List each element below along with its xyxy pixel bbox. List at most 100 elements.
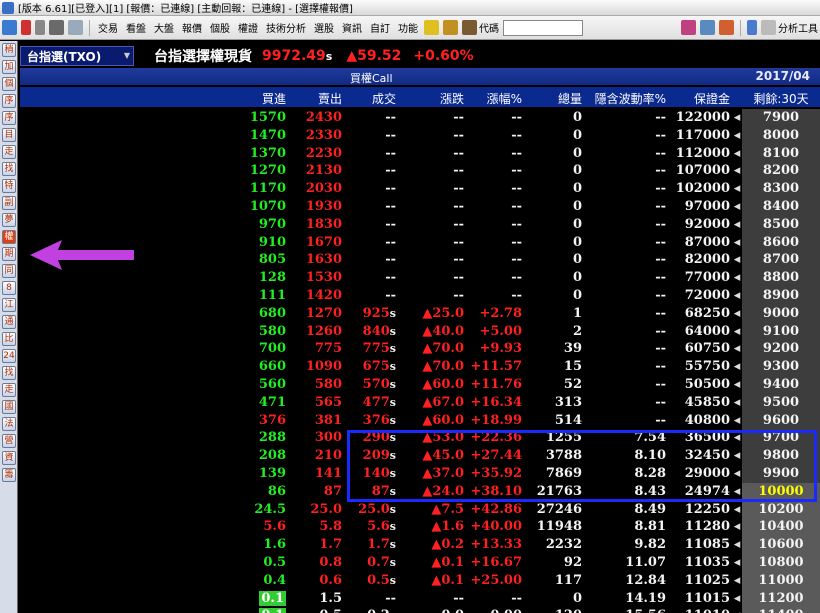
grid-icon[interactable] xyxy=(443,20,458,35)
pen-icon[interactable] xyxy=(424,20,439,35)
back-icon[interactable] xyxy=(21,20,31,35)
sidebar-button[interactable]: 序 xyxy=(2,111,16,125)
expiry-month[interactable]: 2017/04 xyxy=(756,69,810,83)
expand-arrow-icon[interactable]: ◂ xyxy=(732,235,742,251)
table-row[interactable]: 1070 1930 -- -- -- 0 -- 97000 ◂ 8400 xyxy=(20,197,820,216)
table-row[interactable]: 24.5 25.0 25.0s ▲7.5 +42.86 27246 8.49 12250 ◂ 10… xyxy=(20,500,820,519)
table-row[interactable]: 0.4 0.6 0.5s ▲0.1 +25.00 117 12.84 11025 ◂ 11000 xyxy=(20,571,820,590)
sidebar-button[interactable]: 找 xyxy=(2,162,16,176)
table-row[interactable]: 139 141 140s ▲37.0 +35.92 7869 8.28 29000 ◂ 9900 xyxy=(20,464,820,483)
expand-arrow-icon[interactable]: ◂ xyxy=(732,252,742,268)
sidebar-button[interactable]: 副 xyxy=(2,196,16,210)
sidebar-button[interactable]: 期 xyxy=(2,247,16,261)
expand-arrow-icon[interactable]: ◂ xyxy=(732,217,742,233)
sidebar-button[interactable]: 走 xyxy=(2,145,16,159)
sidebar-button[interactable]: 目 xyxy=(2,128,16,142)
table-row[interactable]: 910 1670 -- -- -- 0 -- 87000 ◂ 8600 xyxy=(20,233,820,252)
sidebar-button[interactable]: 通 xyxy=(2,315,16,329)
table-row[interactable]: 1570 2430 -- -- -- 0 -- 122000 ◂ 7900 xyxy=(20,109,820,127)
menu-item[interactable]: 權證 xyxy=(234,20,262,35)
table-row[interactable]: 288 300 290s ▲53.0 +22.36 1255 7.54 36500 ◂ 9700 xyxy=(20,429,820,448)
table-row[interactable]: 208 210 209s ▲45.0 +27.44 3788 8.10 32450 ◂ 9800 xyxy=(20,447,820,465)
sidebar-button[interactable]: 加 xyxy=(2,60,16,74)
doc-icon[interactable] xyxy=(462,20,477,35)
expand-arrow-icon[interactable]: ◂ xyxy=(732,181,742,197)
window-icon[interactable] xyxy=(68,20,83,35)
sidebar-button[interactable]: 走 xyxy=(2,383,16,397)
table-row[interactable]: 970 1830 -- -- -- 0 -- 92000 ◂ 8500 xyxy=(20,215,820,234)
table-row[interactable]: 1170 2030 -- -- -- 0 -- 102000 ◂ 8300 xyxy=(20,180,820,198)
col-volume[interactable]: 總量 xyxy=(525,90,582,107)
sidebar-button[interactable]: 比 xyxy=(2,332,16,346)
table-row[interactable]: 580 1260 840s ▲40.0 +5.00 2 -- 64000 ◂ 9100 xyxy=(20,322,820,341)
expand-arrow-icon[interactable]: ◂ xyxy=(732,110,742,126)
analysis-icon[interactable] xyxy=(761,20,776,35)
forward-icon[interactable] xyxy=(35,20,45,35)
table-row[interactable]: 700 775 775s ▲70.0 +9.93 39 -- 60750 ◂ 9200 xyxy=(20,340,820,359)
menu-item[interactable]: 交易 xyxy=(94,20,122,35)
table-row[interactable]: 0.5 0.8 0.7s ▲0.1 +16.67 92 11.07 11035 ◂ 10800 xyxy=(20,553,820,572)
sidebar-button[interactable]: 夢 xyxy=(2,213,16,227)
table-row[interactable]: 0.10.50.2s0.00.0012015.5611010◂11400 xyxy=(20,607,820,613)
sidebar-button[interactable]: 個 xyxy=(2,77,16,91)
expand-arrow-icon[interactable]: ◂ xyxy=(732,519,742,535)
menu-item[interactable]: 功能 xyxy=(394,20,422,35)
menu-item[interactable]: 技術分析 xyxy=(262,20,310,35)
expand-arrow-icon[interactable]: ◂ xyxy=(732,146,742,162)
expand-arrow-icon[interactable]: ◂ xyxy=(732,413,742,429)
expand-arrow-icon[interactable]: ◂ xyxy=(732,591,742,607)
col-bid[interactable]: 買進 xyxy=(220,90,286,107)
sidebar-button[interactable]: 國 xyxy=(2,400,16,414)
contract-select[interactable]: 台指選(TXO) ▼ xyxy=(20,46,134,66)
cursor-icon[interactable] xyxy=(747,20,757,35)
favorites-icon[interactable] xyxy=(681,20,696,35)
sidebar-button[interactable]: 營 xyxy=(2,434,16,448)
menu-item[interactable]: 自訂 xyxy=(366,20,394,35)
table-row[interactable]: 805 1630 -- -- -- 0 -- 82000 ◂ 8700 xyxy=(20,251,820,270)
print-icon[interactable] xyxy=(49,20,64,35)
expand-arrow-icon[interactable]: ◂ xyxy=(732,502,742,518)
expand-arrow-icon[interactable]: ◂ xyxy=(732,448,742,464)
table-row[interactable]: 560 580 570s ▲60.0 +11.76 52 -- 50500 ◂ 9400 xyxy=(20,375,820,394)
table-row[interactable]: 5.6 5.8 5.6s ▲1.6 +40.00 11948 8.81 11280 ◂ 10400 xyxy=(20,518,820,537)
expand-arrow-icon[interactable]: ◂ xyxy=(732,324,742,340)
expand-arrow-icon[interactable]: ◂ xyxy=(732,359,742,375)
table-row[interactable]: 1270 2130 -- -- -- 0 -- 107000 ◂ 8200 xyxy=(20,162,820,181)
col-last[interactable]: 成交 xyxy=(344,90,396,107)
menu-item[interactable]: 大盤 xyxy=(150,20,178,35)
menu-item[interactable]: 看盤 xyxy=(122,20,150,35)
expand-arrow-icon[interactable]: ◂ xyxy=(732,288,742,304)
expand-arrow-icon[interactable]: ◂ xyxy=(732,484,742,500)
sidebar-button[interactable]: 24 xyxy=(2,349,16,363)
col-strike[interactable]: 剩餘:30天 xyxy=(746,90,816,107)
table-row[interactable]: 1.6 1.7 1.7s ▲0.2 +13.33 2232 9.82 11085 ◂ 10600 xyxy=(20,536,820,554)
menu-item[interactable]: 選股 xyxy=(310,20,338,35)
sidebar-button[interactable]: 籌 xyxy=(2,468,16,482)
table-row[interactable]: 376 381 376s ▲60.0 +18.99 514 -- 40800 ◂ 9600 xyxy=(20,411,820,430)
sidebar-button[interactable]: 權 xyxy=(2,230,16,244)
analysis-tools-button[interactable]: 分析工具 xyxy=(778,20,818,35)
menu-item[interactable]: 個股 xyxy=(206,20,234,35)
sidebar-button[interactable]: 找 xyxy=(2,366,16,380)
expand-arrow-icon[interactable]: ◂ xyxy=(732,341,742,357)
col-margin[interactable]: 保證金 xyxy=(670,90,730,107)
settings-icon[interactable] xyxy=(719,20,734,35)
sidebar-button[interactable]: 特 xyxy=(2,179,16,193)
expand-arrow-icon[interactable]: ◂ xyxy=(732,395,742,411)
sidebar-button[interactable]: 稍 xyxy=(2,43,16,57)
table-row[interactable]: 111 1420 -- -- -- 0 -- 72000 ◂ 8900 xyxy=(20,286,820,305)
col-implied-vol[interactable]: 隱含波動率% xyxy=(586,90,666,107)
table-row[interactable]: 1370 2230 -- -- -- 0 -- 112000 ◂ 8100 xyxy=(20,144,820,163)
expand-arrow-icon[interactable]: ◂ xyxy=(732,306,742,322)
table-row[interactable]: 471 565 477s ▲67.0 +16.34 313 -- 45850 ◂ 9500 xyxy=(20,393,820,412)
expand-arrow-icon[interactable]: ◂ xyxy=(732,537,742,553)
code-input[interactable] xyxy=(503,19,583,36)
sidebar-button[interactable]: 江 xyxy=(2,298,16,312)
sidebar-button[interactable]: 8 xyxy=(2,281,16,295)
expand-arrow-icon[interactable]: ◂ xyxy=(732,128,742,144)
expand-arrow-icon[interactable]: ◂ xyxy=(732,377,742,393)
menu-item[interactable]: 資訊 xyxy=(338,20,366,35)
menu-item[interactable]: 報價 xyxy=(178,20,206,35)
table-row[interactable]: 128 1530 -- -- -- 0 -- 77000 ◂ 8800 xyxy=(20,269,820,287)
expand-arrow-icon[interactable]: ◂ xyxy=(732,163,742,179)
